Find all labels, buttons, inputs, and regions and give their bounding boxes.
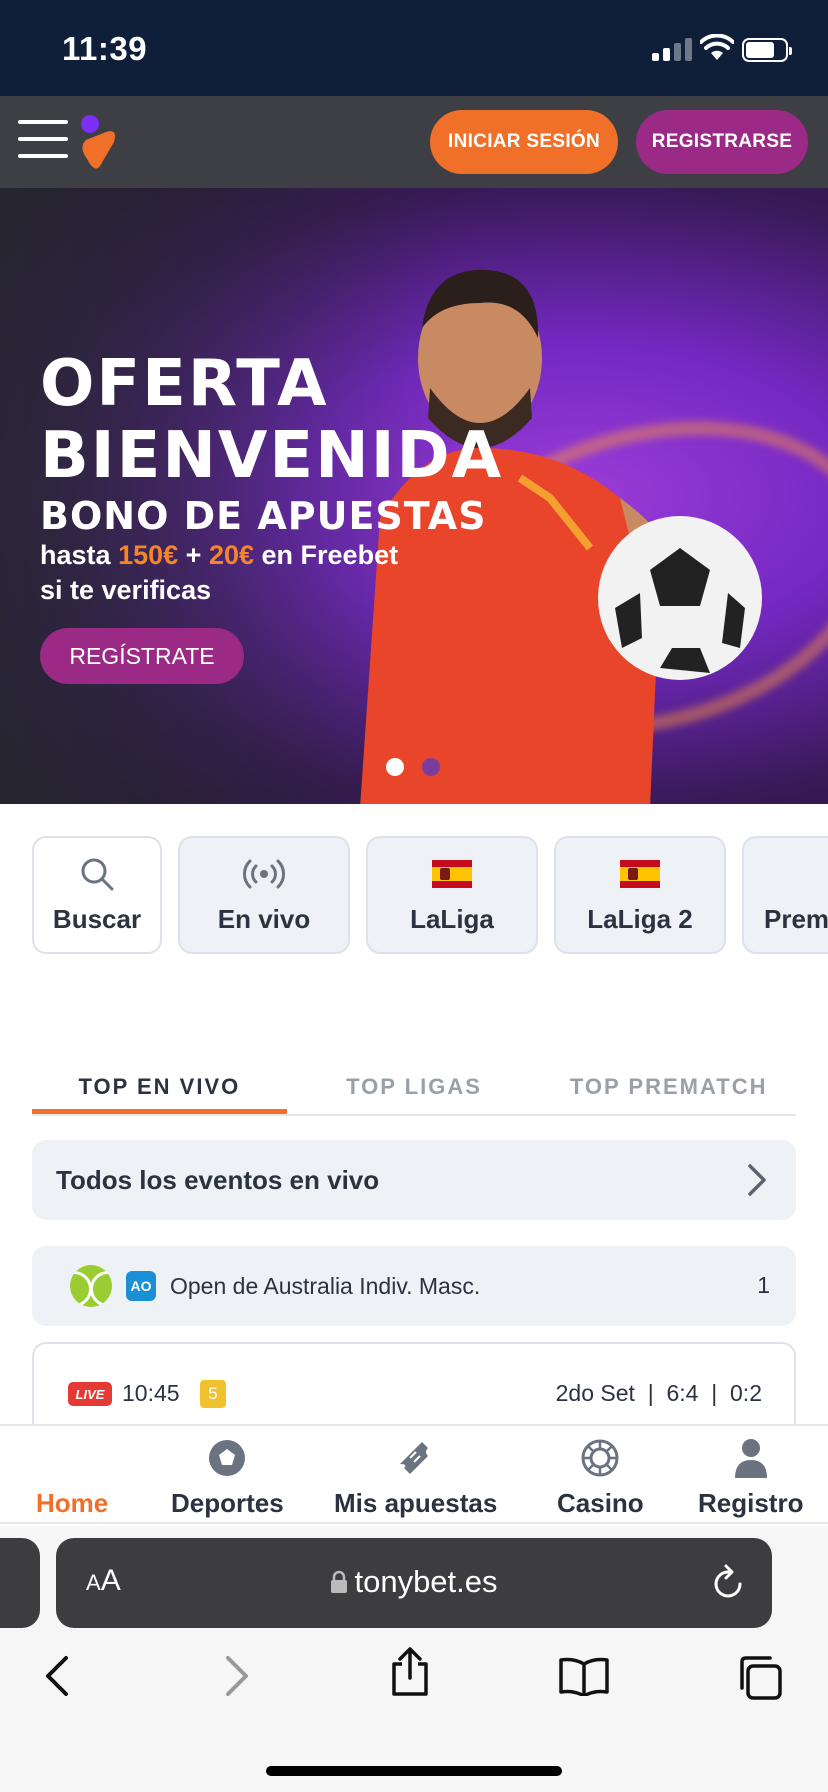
soccer-ball-icon — [209, 1440, 246, 1476]
bottom-nav: Home Deportes Mis apuestas Casino Regist… — [0, 1424, 828, 1524]
cellular-signal-icon — [652, 38, 692, 61]
quick-link-premier[interactable]: Prem — [742, 836, 828, 954]
hero-title: OFERTA BIENVENIDA — [40, 347, 504, 493]
tabs-icon[interactable] — [736, 1654, 784, 1702]
hero-register-button[interactable]: REGÍSTRATE — [40, 628, 244, 684]
lock-icon — [331, 1570, 348, 1593]
chevron-right-icon — [748, 1164, 766, 1196]
events-tabs: TOP EN VIVO TOP LIGAS TOP PREMATCH — [32, 1060, 796, 1116]
address-bar[interactable]: AA tonybet.es — [56, 1538, 772, 1628]
live-badge: LIVE — [68, 1382, 112, 1406]
league-row[interactable]: AO Open de Australia Indiv. Masc. 1 — [32, 1246, 796, 1326]
clock: 11:39 — [62, 30, 148, 67]
reload-icon[interactable] — [710, 1562, 746, 1602]
nav-casino[interactable]: Casino — [557, 1436, 644, 1519]
tab-top-prematch[interactable]: TOP PREMATCH — [541, 1060, 796, 1114]
register-button[interactable]: REGISTRARSE — [636, 110, 808, 174]
status-bar: 11:39 — [0, 0, 828, 96]
browser-toolbar: AA tonybet.es — [0, 1526, 828, 1792]
league-event-count: 1 — [757, 1272, 770, 1298]
share-icon[interactable] — [388, 1646, 432, 1698]
live-broadcast-icon — [243, 859, 285, 888]
carousel-dot-1[interactable] — [386, 758, 404, 776]
spain-flag-icon — [620, 859, 660, 888]
nav-deportes[interactable]: Deportes — [171, 1436, 284, 1519]
site-header: INICIAR SESIÓN REGISTRARSE — [0, 96, 828, 188]
tab-top-en-vivo[interactable]: TOP EN VIVO — [32, 1060, 287, 1114]
search-icon — [81, 858, 114, 890]
previous-tab-preview[interactable] — [0, 1538, 40, 1628]
nav-mis-apuestas[interactable]: Mis apuestas — [334, 1436, 497, 1519]
forward-icon[interactable] — [222, 1654, 252, 1698]
tennis-ball-icon — [70, 1265, 112, 1307]
promo-banner[interactable]: OFERTA BIENVENIDA BONO DE APUESTAS hasta … — [0, 188, 828, 804]
ticket-icon — [399, 1442, 428, 1474]
carousel-dot-2[interactable] — [422, 758, 440, 776]
battery-icon — [742, 38, 792, 62]
spain-flag-icon — [432, 859, 472, 888]
quick-link-live[interactable]: En vivo — [178, 836, 350, 954]
quick-link-search[interactable]: Buscar — [32, 836, 162, 954]
wifi-icon — [700, 34, 734, 60]
nav-home[interactable]: Home — [36, 1436, 108, 1519]
quick-link-laliga2[interactable]: LaLiga 2 — [554, 836, 726, 954]
url-display[interactable]: tonybet.es — [56, 1564, 772, 1600]
match-time: 10:45 — [122, 1380, 180, 1406]
menu-icon[interactable] — [18, 118, 68, 160]
australian-open-icon: AO — [126, 1271, 156, 1301]
carousel-dots[interactable] — [386, 758, 440, 776]
match-score: 2do Set | 6:4 | 0:2 — [555, 1380, 762, 1406]
league-name: Open de Australia Indiv. Masc. — [170, 1272, 481, 1299]
bookmarks-icon[interactable] — [558, 1656, 610, 1696]
hero-promo-text: hasta 150€ + 20€ en Freebet si te verifi… — [40, 540, 399, 605]
roulette-icon — [581, 1439, 619, 1477]
quick-links: Buscar En vivo LaLiga LaLiga 2 Prem — [32, 836, 828, 956]
login-button[interactable]: INICIAR SESIÓN — [430, 110, 618, 174]
quick-link-laliga[interactable]: LaLiga — [366, 836, 538, 954]
user-icon — [734, 1439, 767, 1478]
tab-top-ligas[interactable]: TOP LIGAS — [287, 1060, 542, 1114]
match-counter-badge: 5 — [200, 1380, 226, 1408]
all-live-events-link[interactable]: Todos los eventos en vivo — [32, 1140, 796, 1220]
hero-subtitle: BONO DE APUESTAS — [40, 494, 487, 538]
back-icon[interactable] — [42, 1654, 72, 1698]
nav-registro[interactable]: Registro — [698, 1436, 803, 1519]
home-indicator — [266, 1766, 562, 1776]
tonybet-logo[interactable] — [78, 114, 122, 170]
